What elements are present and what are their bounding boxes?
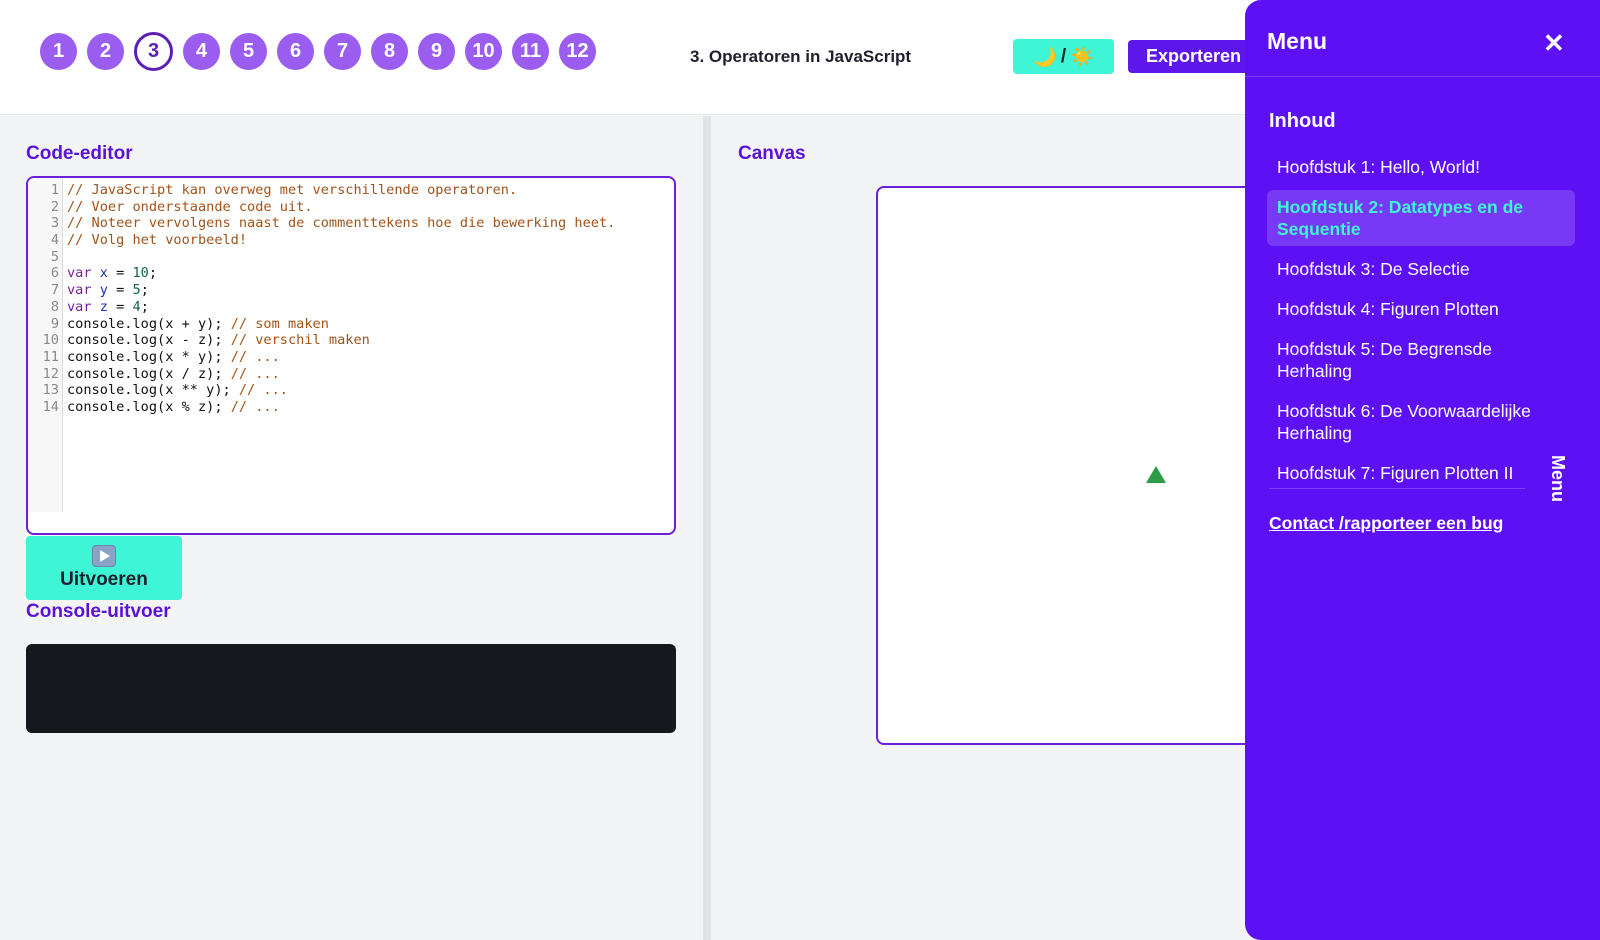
moon-icon: 🌙	[1033, 46, 1057, 68]
code-line[interactable]: 1// JavaScript kan overweg met verschill…	[28, 182, 615, 199]
code-editor-title: Code-editor	[26, 143, 133, 164]
code-text[interactable]: var z = 4;	[59, 299, 149, 316]
menu-divider	[1269, 488, 1525, 489]
step-button-9[interactable]: 9	[418, 33, 455, 70]
step-button-5[interactable]: 5	[230, 33, 267, 70]
step-button-3[interactable]: 3	[134, 32, 173, 71]
chapter-list: Hoofdstuk 1: Hello, World! Hoofdstuk 2: D…	[1267, 150, 1575, 496]
toc-heading: Inhoud	[1269, 110, 1336, 132]
line-number: 11	[42, 348, 59, 365]
line-number: 9	[50, 315, 59, 332]
code-line[interactable]: 8 var z = 4;	[28, 299, 615, 316]
code-line[interactable]: 12 console.log(x / z); // ...	[28, 366, 615, 383]
code-editor[interactable]: 1// JavaScript kan overweg met verschill…	[26, 176, 676, 535]
code-text[interactable]: // Noteer vervolgens naast de commenttek…	[59, 215, 615, 232]
close-icon[interactable]: ✕	[1543, 28, 1565, 59]
code-text[interactable]: // Volg het voorbeeld!	[59, 232, 247, 249]
line-number: 3	[50, 215, 59, 232]
play-button-icon	[92, 545, 116, 567]
theme-separator: /	[1060, 45, 1067, 67]
code-text[interactable]: console.log(x + y); // som maken	[59, 316, 329, 333]
line-number: 6	[50, 265, 59, 282]
step-button-8[interactable]: 8	[371, 33, 408, 70]
menu-header: Menu ✕	[1245, 0, 1600, 77]
step-button-4[interactable]: 4	[183, 33, 220, 70]
line-number: 10	[42, 332, 59, 349]
chapter-link-6[interactable]: Hoofdstuk 6: De Voorwaardelijke Herhalin…	[1267, 394, 1575, 450]
line-number: 12	[42, 365, 59, 382]
line-number: 13	[42, 382, 59, 399]
step-button-10[interactable]: 10	[465, 33, 502, 70]
step-button-11[interactable]: 11	[512, 33, 549, 70]
left-pane: Code-editor 1// JavaScript kan overweg m…	[0, 116, 703, 940]
step-button-7[interactable]: 7	[324, 33, 361, 70]
code-line[interactable]: 7 var y = 5;	[28, 282, 615, 299]
chapter-link-3[interactable]: Hoofdstuk 3: De Selectie	[1267, 252, 1575, 286]
code-text[interactable]	[59, 249, 67, 266]
code-line[interactable]: 10 console.log(x - z); // verschil maken	[28, 332, 615, 349]
code-line[interactable]: 6 var x = 10;	[28, 265, 615, 282]
code-text[interactable]: console.log(x * y); // ...	[59, 349, 280, 366]
code-lines[interactable]: 1// JavaScript kan overweg met verschill…	[28, 182, 616, 416]
code-text[interactable]: console.log(x % z); // ...	[59, 399, 280, 416]
chapter-link-4[interactable]: Hoofdstuk 4: Figuren Plotten	[1267, 292, 1575, 326]
code-text[interactable]: // Voer onderstaande code uit.	[59, 199, 313, 216]
sun-icon: ☀️	[1070, 46, 1094, 68]
run-button-label: Uitvoeren	[60, 569, 148, 590]
contact-link[interactable]: Contact /rapporteer een bug	[1269, 513, 1503, 534]
step-button-6[interactable]: 6	[277, 33, 314, 70]
code-text[interactable]: console.log(x ** y); // ...	[59, 382, 288, 399]
pane-splitter[interactable]	[703, 116, 711, 940]
side-menu: Menu ✕ Inhoud Hoofdstuk 1: Hello, World!…	[1245, 0, 1600, 940]
step-button-1[interactable]: 1	[40, 33, 77, 70]
line-number: 7	[50, 282, 59, 299]
code-text[interactable]: var y = 5;	[59, 282, 149, 299]
line-number: 8	[50, 298, 59, 315]
chapter-link-5[interactable]: Hoofdstuk 5: De Begrensde Herhaling	[1267, 332, 1575, 388]
line-number: 2	[50, 198, 59, 215]
code-line[interactable]: 3// Noteer vervolgens naast de commentte…	[28, 215, 616, 232]
step-button-2[interactable]: 2	[87, 33, 124, 70]
code-text[interactable]: var x = 10;	[59, 265, 157, 282]
export-button[interactable]: Exporteren	[1128, 40, 1258, 73]
code-text[interactable]: console.log(x - z); // verschil maken	[59, 332, 370, 349]
theme-toggle-button[interactable]: 🌙 / ☀️	[1013, 39, 1114, 74]
chapter-link-2[interactable]: Hoofdstuk 2: Datatypes en de Sequentie	[1267, 190, 1575, 246]
code-line[interactable]: 2// Voer onderstaande code uit.	[28, 199, 615, 216]
code-text[interactable]: console.log(x / z); // ...	[59, 366, 280, 383]
code-line[interactable]: 4// Volg het voorbeeld!	[28, 232, 615, 249]
console-output	[26, 644, 676, 733]
chapter-link-7[interactable]: Hoofdstuk 7: Figuren Plotten II	[1267, 456, 1575, 490]
chapter-link-1[interactable]: Hoofdstuk 1: Hello, World!	[1267, 150, 1575, 184]
console-title: Console-uitvoer	[26, 601, 171, 622]
code-line[interactable]: 13 console.log(x ** y); // ...	[28, 382, 615, 399]
code-line[interactable]: 14 console.log(x % z); // ...	[28, 399, 615, 416]
line-number: 14	[42, 398, 59, 415]
line-number: 1	[50, 182, 59, 198]
canvas-title: Canvas	[738, 143, 806, 164]
menu-side-tab[interactable]: Menu	[1547, 455, 1568, 502]
run-button[interactable]: Uitvoeren	[26, 536, 182, 600]
code-line[interactable]: 9 console.log(x + y); // som maken	[28, 316, 615, 333]
code-text[interactable]: // JavaScript kan overweg met verschille…	[59, 182, 517, 199]
line-number: 5	[50, 248, 59, 265]
step-button-12[interactable]: 12	[559, 33, 596, 70]
lesson-step-nav: 1 2 3 4 5 6 7 8 9 10 11 12	[40, 32, 596, 71]
code-line[interactable]: 5	[28, 249, 615, 266]
menu-title: Menu	[1267, 28, 1328, 54]
line-number: 4	[50, 232, 59, 249]
code-line[interactable]: 11 console.log(x * y); // ...	[28, 349, 615, 366]
turtle-cursor-icon	[1146, 466, 1166, 483]
page-title: 3. Operatoren in JavaScript	[690, 47, 912, 66]
